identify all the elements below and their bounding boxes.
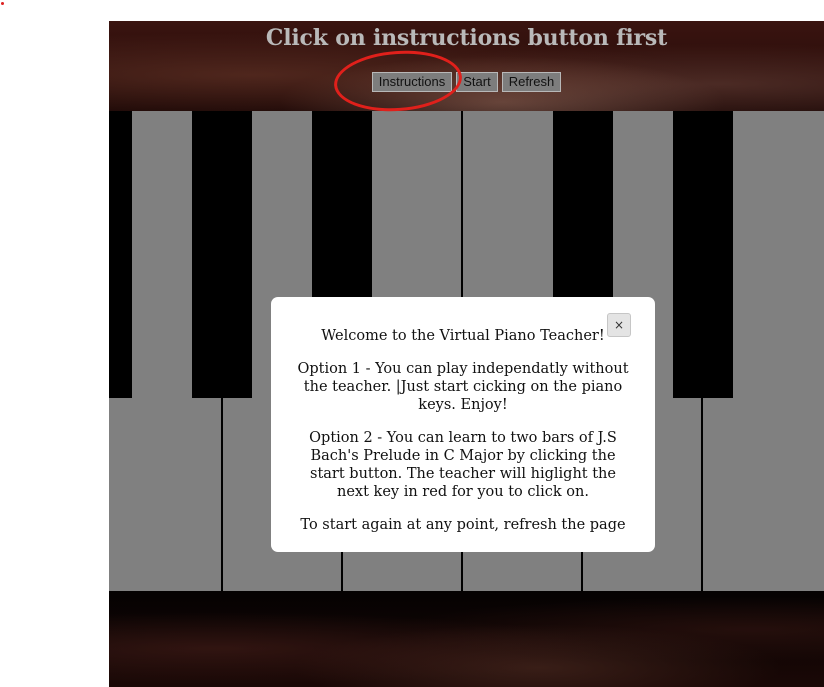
piano-black-key[interactable] <box>673 111 733 398</box>
instructions-modal: × Welcome to the Virtual Piano Teacher! … <box>271 297 655 552</box>
modal-option2-text: Option 2 - You can learn to two bars of … <box>309 430 617 500</box>
red-dot-marker <box>1 2 4 5</box>
instructions-button[interactable]: Instructions <box>371 72 453 92</box>
modal-option1-text: Option 1 - You can play independatly wit… <box>297 361 629 413</box>
modal-welcome-text: Welcome to the Virtual Piano Teacher! <box>321 328 605 344</box>
refresh-button[interactable]: Refresh <box>501 72 562 92</box>
close-icon[interactable]: × <box>607 313 631 337</box>
control-bar: Instructions Start Refresh <box>109 72 824 92</box>
start-button[interactable]: Start <box>456 72 498 92</box>
header: Click on instructions button first Instr… <box>109 21 824 111</box>
background-image <box>109 591 824 687</box>
piano-black-key[interactable] <box>192 111 252 398</box>
piano-black-key[interactable] <box>109 111 132 398</box>
modal-restart-text: To start again at any point, refresh the… <box>300 517 626 533</box>
page-title: Click on instructions button first <box>265 25 668 51</box>
